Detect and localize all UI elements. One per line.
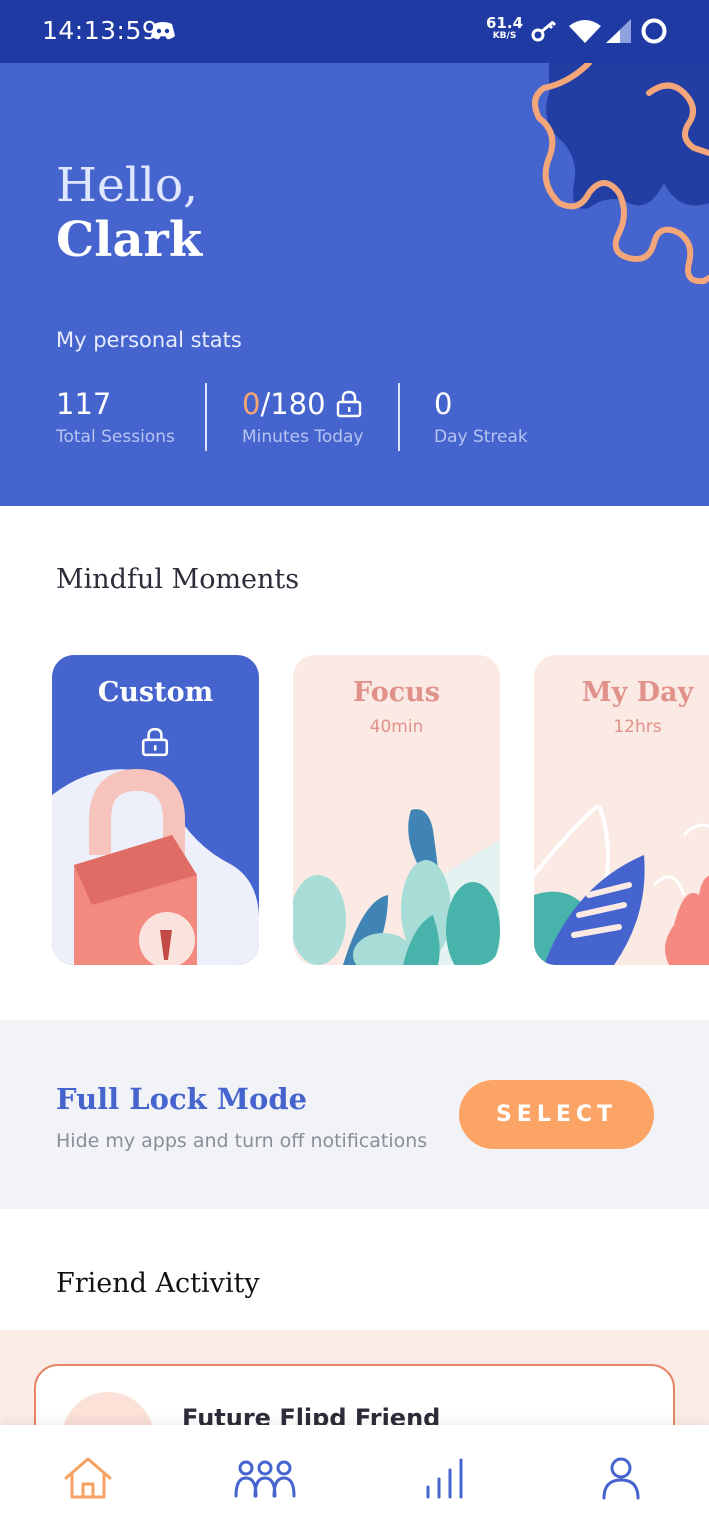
stat-label: Day Streak <box>434 427 528 447</box>
stat-label: Total Sessions <box>56 427 175 447</box>
vpn-key-icon <box>531 19 559 48</box>
moment-card-custom[interactable]: Custom <box>52 655 259 965</box>
network-speed: 61.4 KB/S <box>486 16 523 41</box>
network-speed-value: 61.4 <box>486 14 524 32</box>
card-title: My Day <box>581 677 694 708</box>
nav-home[interactable] <box>58 1455 118 1505</box>
nav-community[interactable] <box>234 1455 296 1505</box>
decorative-blob <box>532 63 709 285</box>
moment-card-my-day[interactable]: My Day 12hrs <box>534 655 709 965</box>
stat-total-sessions: 117 Total Sessions <box>56 385 175 447</box>
greeting: Hello, Clark <box>56 158 203 268</box>
stat-value-accent: 0 <box>242 387 261 421</box>
stat-value-rest: /180 <box>260 387 326 421</box>
stat-value: 117 <box>56 387 112 421</box>
stats-heading: My personal stats <box>56 328 242 352</box>
network-speed-unit: KB/S <box>492 31 517 41</box>
battery-icon <box>640 17 668 50</box>
stat-minutes-today[interactable]: 0 /180 Minutes Today <box>242 385 364 447</box>
lock-icon <box>336 390 362 418</box>
status-bar: 14:13:59 61.4 KB/S <box>0 0 709 63</box>
card-subtitle: 12hrs <box>613 717 662 737</box>
card-title: Custom <box>97 677 214 708</box>
discord-icon <box>150 20 176 47</box>
greeting-hello: Hello, <box>56 158 199 213</box>
stat-value: 0 /180 <box>242 385 364 423</box>
leaves-illustration <box>293 809 500 965</box>
wifi-icon <box>568 18 602 49</box>
nav-profile[interactable] <box>591 1455 651 1505</box>
full-lock-title: Full Lock Mode <box>56 1082 308 1116</box>
status-time: 14:13:59 <box>42 16 159 45</box>
tropical-illustration <box>534 805 709 965</box>
card-subtitle: 40min <box>369 717 424 737</box>
community-icon <box>234 1458 296 1503</box>
padlock-illustration <box>52 768 259 965</box>
nav-stats[interactable] <box>414 1455 474 1505</box>
bottom-navigation <box>0 1425 709 1536</box>
card-title: Focus <box>353 677 440 708</box>
stat-day-streak: 0 Day Streak <box>434 385 528 447</box>
select-button[interactable]: SELECT <box>459 1080 654 1149</box>
friend-activity-title: Friend Activity <box>56 1268 260 1299</box>
hero-header: Hello, Clark My personal stats 117 Total… <box>0 63 709 506</box>
stat-value: 0 <box>434 387 453 421</box>
signal-icon <box>606 19 632 48</box>
friend-activity-section: Future Flipd Friend <box>0 1330 709 1484</box>
stats-icon <box>422 1457 466 1504</box>
full-lock-subtitle: Hide my apps and turn off notifications <box>56 1130 428 1152</box>
home-icon <box>63 1456 113 1505</box>
stat-divider <box>398 383 400 451</box>
profile-icon <box>601 1456 641 1505</box>
full-lock-mode-section: Full Lock Mode Hide my apps and turn off… <box>0 1020 709 1209</box>
stat-divider <box>205 383 207 451</box>
mindful-moments-title: Mindful Moments <box>56 564 300 595</box>
moment-card-focus[interactable]: Focus 40min <box>293 655 500 965</box>
lock-icon <box>141 727 169 762</box>
greeting-user-name: Clark <box>56 212 203 268</box>
stat-label: Minutes Today <box>242 427 364 447</box>
